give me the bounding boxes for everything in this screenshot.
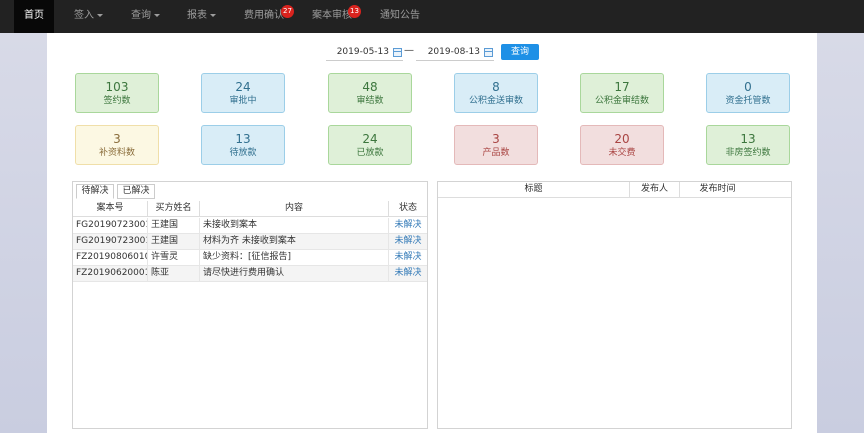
nav-notices[interactable]: 通知公告 [380, 0, 420, 33]
stat-card-fund-submitted[interactable]: 8 公积金送审数 [454, 73, 538, 113]
start-date-input[interactable]: 2019-05-13 [326, 45, 403, 61]
date-separator: — [404, 45, 414, 56]
stat-value: 3 [113, 132, 121, 146]
nav-checkin[interactable]: 签入 [74, 0, 103, 33]
issue-content: 请尽快进行费用确认 [200, 266, 389, 282]
issue-content: 未接收到案本 [200, 218, 389, 234]
stat-card-products[interactable]: 3 产品数 [454, 125, 538, 165]
nav-reports[interactable]: 报表 [187, 0, 216, 33]
stat-label: 未交费 [608, 148, 636, 158]
stat-value: 3 [492, 132, 500, 146]
stat-card-supplement[interactable]: 3 补资料数 [75, 125, 159, 165]
stat-label: 签约数 [103, 96, 131, 106]
issues-panel: 待解决 已解决 案本号 买方姓名 内容 状态 FG20190723001 王建国… [72, 181, 428, 429]
status-link[interactable]: 未解决 [389, 266, 427, 282]
query-button[interactable]: 查询 [501, 44, 539, 60]
stat-value: 17 [614, 80, 630, 94]
chevron-down-icon [210, 13, 216, 17]
table-row[interactable]: FG20190723001 王建国 材料为齐 未接收到案本 未解决 [73, 234, 427, 250]
nav-home[interactable]: 首页 [14, 0, 54, 33]
calendar-icon[interactable] [393, 48, 402, 57]
case-number: FG20190723001 [73, 234, 148, 250]
buyer-name: 王建国 [148, 218, 200, 234]
stat-value: 20 [614, 132, 630, 146]
table-row[interactable]: FZ20190806010 许雪灵 缺少资料：[征信报告] 未解决 [73, 250, 427, 266]
nav-checkin-label: 签入 [74, 10, 94, 21]
stat-card-non-housing[interactable]: 13 非房签约数 [706, 125, 790, 165]
stat-value: 8 [492, 80, 500, 94]
stat-card-loaned[interactable]: 24 已放款 [328, 125, 412, 165]
end-date-value: 2019-08-13 [427, 47, 480, 57]
main-content: 2019-05-13 — 2019-08-13 查询 103 签约数 24 审批… [47, 33, 817, 433]
status-link[interactable]: 未解决 [389, 250, 427, 266]
stat-label: 审批中 [229, 96, 257, 106]
stat-value: 13 [740, 132, 756, 146]
stat-value: 24 [362, 132, 378, 146]
issue-content: 材料为齐 未接收到案本 [200, 234, 389, 250]
stat-value: 13 [235, 132, 251, 146]
stat-card-unpaid[interactable]: 20 未交费 [580, 125, 664, 165]
column-header-content[interactable]: 内容 [200, 201, 389, 217]
column-header-case[interactable]: 案本号 [73, 201, 148, 217]
stat-card-fund-concluded[interactable]: 17 公积金审结数 [580, 73, 664, 113]
stat-card-pending-loan[interactable]: 13 待放款 [201, 125, 285, 165]
column-header-publisher[interactable]: 发布人 [630, 182, 680, 198]
stat-label: 已放款 [356, 148, 384, 158]
issues-table-header: 案本号 买方姓名 内容 状态 [73, 201, 427, 217]
end-date-input[interactable]: 2019-08-13 [416, 45, 494, 61]
nav-case-review-label: 案本审核 [312, 10, 352, 21]
stat-value: 48 [362, 80, 378, 94]
nav-notices-label: 通知公告 [380, 10, 420, 21]
case-number: FZ20190806010 [73, 250, 148, 266]
stat-label: 非房签约数 [725, 148, 771, 158]
tab-unresolved[interactable]: 待解决 [76, 184, 114, 199]
stat-label: 公积金送审数 [468, 96, 523, 106]
status-link[interactable]: 未解决 [389, 218, 427, 234]
fee-confirm-badge: 27 [281, 5, 294, 18]
stat-label: 待放款 [229, 148, 257, 158]
stat-value: 103 [105, 80, 129, 94]
table-row[interactable]: FG20190723001 王建国 未接收到案本 未解决 [73, 218, 427, 234]
tab-resolved[interactable]: 已解决 [117, 184, 155, 199]
stat-label: 公积金审结数 [594, 96, 649, 106]
column-header-buyer[interactable]: 买方姓名 [148, 201, 200, 217]
stat-label: 产品数 [482, 148, 510, 158]
case-number: FZ20190620001 [73, 266, 148, 282]
nav-home-label: 首页 [24, 10, 44, 21]
nav-query[interactable]: 查询 [131, 0, 160, 33]
nav-reports-label: 报表 [187, 10, 207, 21]
nav-query-label: 查询 [131, 10, 151, 21]
stat-card-approving[interactable]: 24 审批中 [201, 73, 285, 113]
buyer-name: 陈亚 [148, 266, 200, 282]
status-link[interactable]: 未解决 [389, 234, 427, 250]
stat-label: 审结数 [356, 96, 384, 106]
stat-card-escrow[interactable]: 0 资金托管数 [706, 73, 790, 113]
top-navbar: 首页 签入 查询 报表 费用确认 27 案本审核 13 通知公告 [0, 0, 864, 33]
column-header-publish-time[interactable]: 发布时间 [680, 182, 755, 198]
start-date-value: 2019-05-13 [336, 47, 389, 57]
stat-value: 0 [744, 80, 752, 94]
case-review-badge: 13 [348, 5, 361, 18]
column-header-title[interactable]: 标题 [438, 182, 630, 198]
chevron-down-icon [97, 13, 103, 17]
stat-card-concluded[interactable]: 48 审结数 [328, 73, 412, 113]
nav-fee-confirm[interactable]: 费用确认 [244, 0, 284, 33]
column-header-status[interactable]: 状态 [389, 201, 427, 217]
case-number: FG20190723001 [73, 218, 148, 234]
stat-card-signed[interactable]: 103 签约数 [75, 73, 159, 113]
buyer-name: 许雪灵 [148, 250, 200, 266]
table-row[interactable]: FZ20190620001 陈亚 请尽快进行费用确认 未解决 [73, 266, 427, 282]
stat-label: 资金托管数 [725, 96, 771, 106]
stat-value: 24 [235, 80, 251, 94]
notices-panel: 标题 发布人 发布时间 [437, 181, 792, 429]
stat-label: 补资料数 [98, 148, 135, 158]
issue-content: 缺少资料：[征信报告] [200, 250, 389, 266]
notices-table-header: 标题 发布人 发布时间 [438, 182, 791, 198]
chevron-down-icon [154, 13, 160, 17]
nav-fee-confirm-label: 费用确认 [244, 10, 284, 21]
nav-case-review[interactable]: 案本审核 [312, 0, 352, 33]
buyer-name: 王建国 [148, 234, 200, 250]
calendar-icon[interactable] [484, 48, 493, 57]
